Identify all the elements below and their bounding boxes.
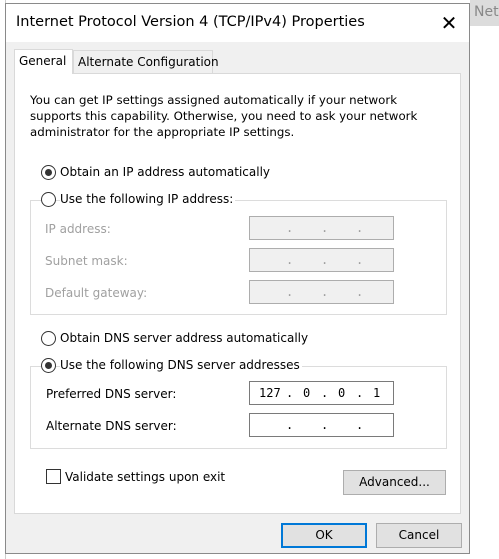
octet-4: 1 — [373, 386, 381, 400]
close-icon[interactable]: ✕ — [436, 10, 462, 36]
advanced-button[interactable]: Advanced... — [343, 470, 446, 495]
obtain-dns-auto-label[interactable]: Obtain DNS server address automatically — [60, 331, 311, 345]
obtain-ip-auto-label[interactable]: Obtain an IP address automatically — [60, 165, 273, 179]
preferred-dns-field[interactable]: 127. 0. 0. 1 — [249, 381, 394, 405]
subnet-mask-field[interactable]: ... — [249, 248, 394, 272]
use-following-dns-label[interactable]: Use the following DNS server addresses — [60, 358, 302, 372]
default-gateway-field[interactable]: ... — [249, 280, 394, 304]
alternate-dns-label: Alternate DNS server: — [46, 419, 177, 433]
cancel-button[interactable]: Cancel — [376, 523, 462, 548]
tab-general[interactable]: General — [14, 49, 73, 74]
obtain-ip-auto-radio[interactable] — [41, 165, 56, 180]
alternate-dns-field[interactable]: ... — [249, 413, 394, 437]
default-gateway-label: Default gateway: — [45, 286, 148, 300]
subnet-mask-label: Subnet mask: — [45, 254, 128, 268]
ok-button[interactable]: OK — [281, 523, 367, 548]
dialog-title: Internet Protocol Version 4 (TCP/IPv4) P… — [16, 14, 365, 30]
ip-address-field[interactable]: ... — [249, 216, 394, 240]
tab-alternate-configuration[interactable]: Alternate Configuration — [73, 50, 219, 73]
validate-settings-checkbox[interactable] — [46, 469, 61, 484]
ipv4-properties-dialog: Internet Protocol Version 4 (TCP/IPv4) P… — [5, 3, 470, 554]
ip-address-label: IP address: — [45, 222, 111, 236]
obtain-dns-auto-radio[interactable] — [41, 331, 56, 346]
use-following-ip-radio[interactable] — [41, 192, 56, 207]
title-bar: Internet Protocol Version 4 (TCP/IPv4) P… — [6, 4, 469, 42]
general-tab-panel: You can get IP settings assigned automat… — [14, 73, 461, 514]
use-following-ip-label[interactable]: Use the following IP address: — [60, 192, 236, 206]
preferred-dns-label: Preferred DNS server: — [46, 387, 177, 401]
validate-settings-label[interactable]: Validate settings upon exit — [65, 470, 225, 484]
octet-2: 0 — [303, 386, 311, 400]
background-window-title: Netw — [470, 0, 499, 26]
description-text: You can get IP settings assigned automat… — [30, 93, 418, 139]
use-following-dns-radio[interactable] — [41, 358, 56, 373]
octet-1: 127 — [259, 386, 281, 400]
octet-3: 0 — [338, 386, 346, 400]
